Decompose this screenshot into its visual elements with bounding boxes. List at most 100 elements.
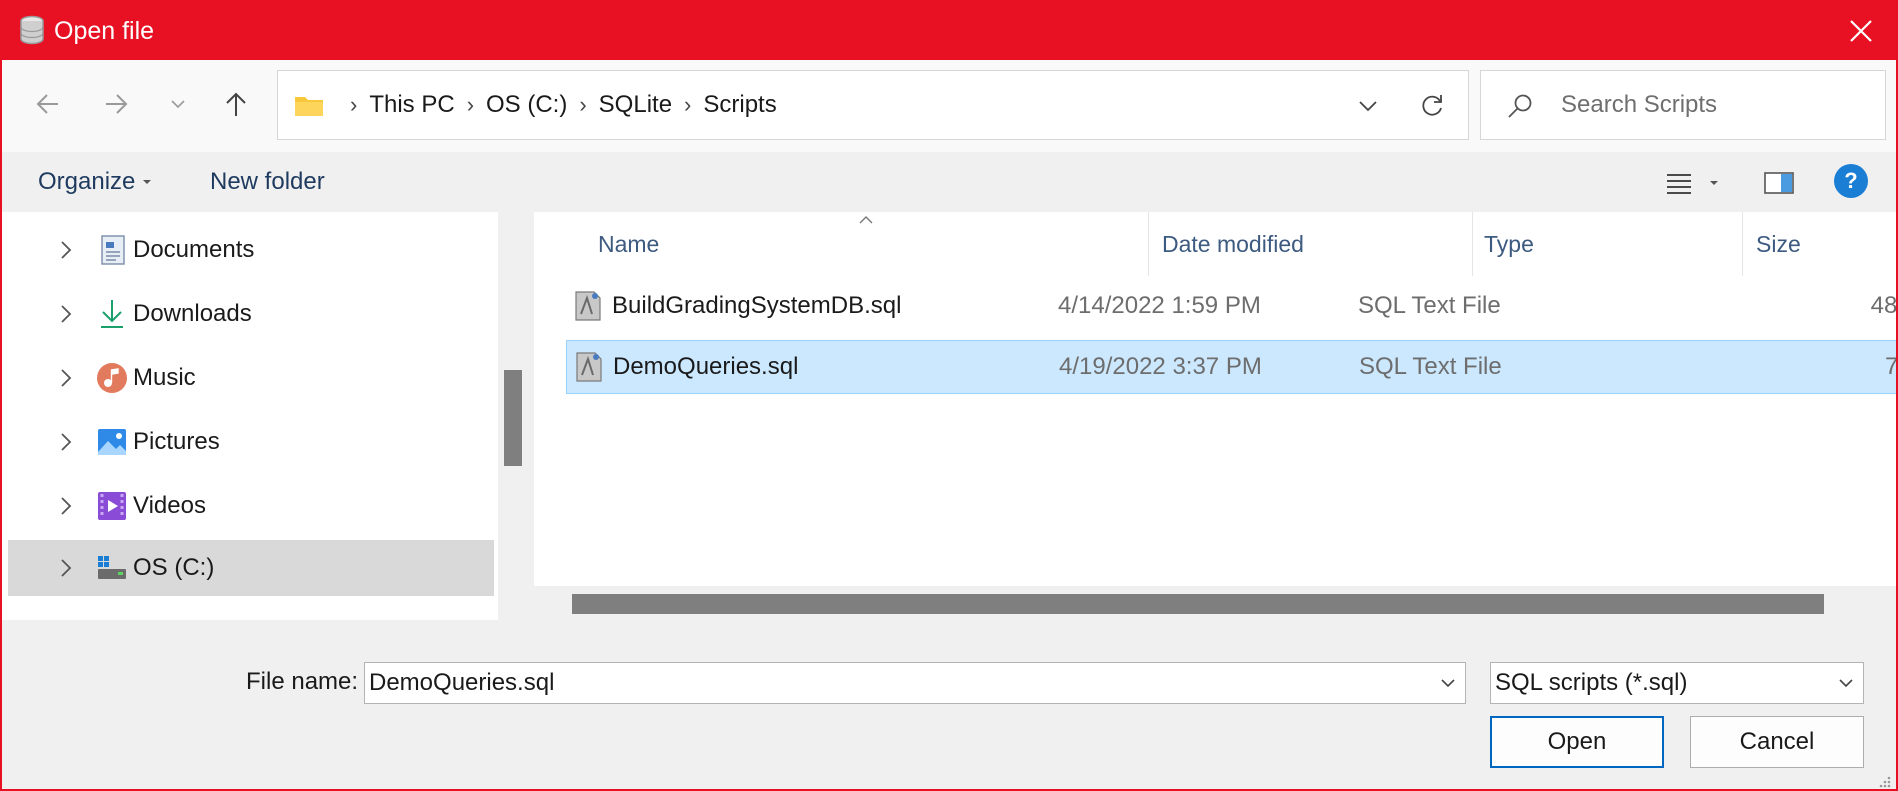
pictures-icon <box>98 429 126 455</box>
chevron-right-icon <box>61 241 72 259</box>
file-type: SQL Text File <box>1359 353 1502 380</box>
file-list-horizontal-scrollbar[interactable] <box>534 586 1896 620</box>
drive-icon <box>98 556 126 579</box>
file-size: 48 KB <box>1870 292 1898 319</box>
breadcrumb-sqlite[interactable]: SQLite <box>599 91 672 119</box>
help-icon[interactable]: ? <box>1834 164 1868 198</box>
navigation-pane-scrollbar[interactable] <box>498 212 528 620</box>
arrow-left-icon <box>36 94 58 114</box>
column-header-name[interactable]: Name <box>598 212 659 276</box>
close-icon <box>1850 20 1872 42</box>
column-header-date-modified[interactable]: Date modified <box>1162 212 1304 276</box>
change-view-button[interactable] <box>1666 164 1720 202</box>
back-button[interactable] <box>28 84 68 124</box>
command-bar: Organize New folder ? <box>2 152 1896 212</box>
sidebar-item-label: Pictures <box>133 428 220 455</box>
file-name: BuildGradingSystemDB.sql <box>612 292 902 319</box>
search-box[interactable] <box>1480 70 1886 140</box>
chevron-right-icon: › <box>684 92 692 117</box>
file-name-combobox[interactable] <box>364 662 1466 704</box>
sidebar-item-label: Music <box>133 364 196 391</box>
scrollbar-thumb[interactable] <box>504 370 522 466</box>
documents-icon <box>101 235 125 265</box>
new-folder-button[interactable]: New folder <box>210 164 325 200</box>
navigation-bar: › This PC › OS (C:) › SQLite › Scripts <box>2 60 1896 152</box>
file-date-modified: 4/19/2022 3:37 PM <box>1059 353 1262 380</box>
file-date-modified: 4/14/2022 1:59 PM <box>1058 292 1261 319</box>
organize-label: Organize <box>38 168 136 195</box>
sidebar-item-music[interactable]: Music <box>8 350 494 406</box>
navigation-pane: Documents Downloads Music Pictures Video… <box>2 212 498 620</box>
new-folder-label: New folder <box>210 168 325 195</box>
sort-ascending-icon <box>859 216 873 224</box>
address-bar[interactable]: › This PC › OS (C:) › SQLite › Scripts <box>277 70 1469 140</box>
sidebar-item-documents[interactable]: Documents <box>8 222 494 278</box>
address-history-button[interactable] <box>1348 89 1388 123</box>
resize-grip-icon[interactable] <box>1876 773 1892 789</box>
videos-icon <box>98 492 126 520</box>
chevron-right-icon <box>61 559 72 577</box>
file-type: SQL Text File <box>1358 292 1501 319</box>
search-icon <box>1508 94 1532 118</box>
up-button[interactable] <box>216 84 256 124</box>
sidebar-item-label: Videos <box>133 492 206 519</box>
column-header-size[interactable]: Size <box>1756 212 1801 276</box>
search-input[interactable] <box>1561 87 1871 123</box>
table-row[interactable]: DemoQueries.sql 4/19/2022 3:37 PM SQL Te… <box>566 340 1898 394</box>
column-divider[interactable] <box>1472 212 1473 276</box>
caret-down-icon <box>1710 181 1718 185</box>
breadcrumb-os-c[interactable]: OS (C:) <box>486 91 567 119</box>
chevron-right-icon: › <box>350 92 358 117</box>
preview-pane-icon <box>1764 172 1794 194</box>
recent-locations-button[interactable] <box>158 84 198 124</box>
caret-down-icon <box>143 180 152 184</box>
chevron-right-icon: › <box>466 92 475 117</box>
file-size: 7 KB <box>1884 353 1898 380</box>
sql-file-icon <box>576 352 602 382</box>
sidebar-item-downloads[interactable]: Downloads <box>8 286 494 342</box>
sidebar-item-videos[interactable]: Videos <box>8 478 494 534</box>
sidebar-item-label: OS (C:) <box>133 554 215 581</box>
open-button[interactable]: Open <box>1490 716 1664 768</box>
chevron-down-icon <box>1359 101 1377 112</box>
file-list: Name Date modified Type Size BuildGradin… <box>534 212 1898 620</box>
sql-file-icon <box>575 291 601 321</box>
column-header-type[interactable]: Type <box>1484 212 1534 276</box>
organize-button[interactable]: Organize <box>38 164 153 200</box>
chevron-down-icon[interactable] <box>1439 671 1457 695</box>
title-bar: Open file <box>2 2 1896 60</box>
dialog-footer: File name: SQL scripts (*.sql) Open Canc… <box>2 620 1896 789</box>
preview-pane-button[interactable] <box>1764 164 1794 202</box>
sidebar-item-os-c[interactable]: OS (C:) <box>8 540 494 596</box>
chevron-down-icon <box>1839 679 1853 688</box>
arrow-up-icon <box>226 92 246 116</box>
sidebar-item-label: Downloads <box>133 300 252 327</box>
database-icon <box>20 15 44 45</box>
breadcrumb-this-pc[interactable]: This PC <box>369 91 454 119</box>
file-name-input[interactable] <box>369 666 1419 700</box>
music-icon <box>97 363 127 393</box>
breadcrumb-scripts[interactable]: Scripts <box>703 91 776 119</box>
chevron-right-icon <box>61 433 72 451</box>
file-type-select[interactable]: SQL scripts (*.sql) <box>1490 662 1864 704</box>
chevron-right-icon <box>61 369 72 387</box>
scrollbar-thumb[interactable] <box>572 594 1824 614</box>
chevron-right-icon <box>61 305 72 323</box>
chevron-down-icon <box>171 100 185 109</box>
cancel-button[interactable]: Cancel <box>1690 716 1864 768</box>
close-button[interactable] <box>1826 2 1896 60</box>
file-type-value: SQL scripts (*.sql) <box>1495 669 1688 696</box>
open-file-dialog: Open file › This PC › OS (C:) › SQLite ›… <box>0 0 1898 791</box>
sidebar-item-pictures[interactable]: Pictures <box>8 414 494 470</box>
folder-icon <box>295 97 323 116</box>
column-divider[interactable] <box>1148 212 1149 276</box>
list-view-icon <box>1667 174 1691 194</box>
forward-button[interactable] <box>96 84 136 124</box>
refresh-button[interactable] <box>1412 87 1452 125</box>
chevron-right-icon <box>61 497 72 515</box>
sidebar-item-label: Documents <box>133 236 255 263</box>
refresh-icon <box>1422 95 1442 116</box>
window-title: Open file <box>54 17 155 45</box>
column-divider[interactable] <box>1742 212 1743 276</box>
table-row[interactable]: BuildGradingSystemDB.sql 4/14/2022 1:59 … <box>566 280 1898 334</box>
